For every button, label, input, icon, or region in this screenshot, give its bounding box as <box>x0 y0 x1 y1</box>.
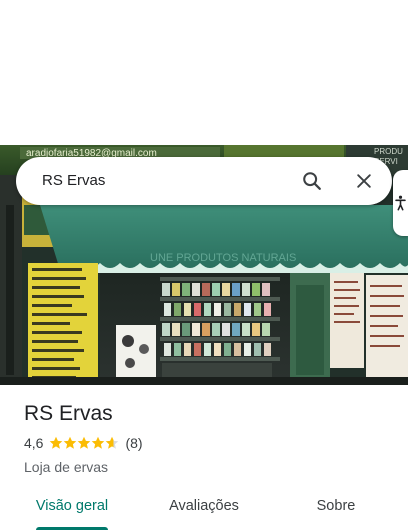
tab-overview-label: Visão geral <box>35 498 109 514</box>
shelves <box>160 277 280 385</box>
search-bar <box>16 157 392 205</box>
tab-about[interactable]: Sobre <box>264 488 408 530</box>
side-sign-top-text: PRODU <box>374 147 403 156</box>
awning-text: UNE PRODUTOS NATURAIS <box>150 252 296 264</box>
place-category[interactable]: Loja de ervas <box>24 457 394 477</box>
place-info: RS Ervas 4,6 (8) Loja de ervas <box>24 400 394 477</box>
close-icon <box>357 174 371 188</box>
search-button[interactable] <box>292 161 332 201</box>
tab-reviews-label: Avaliações <box>169 498 239 514</box>
accessibility-button[interactable] <box>393 170 408 236</box>
rating-value: 4,6 <box>24 435 44 451</box>
tab-reviews[interactable]: Avaliações <box>144 488 264 530</box>
tab-overview[interactable]: Visão geral <box>0 488 144 530</box>
map-blank-area <box>0 0 408 145</box>
tab-about-label: Sobre <box>316 498 356 514</box>
review-count: (8) <box>125 435 143 451</box>
rating-row[interactable]: 4,6 (8) <box>24 433 394 453</box>
search-input[interactable] <box>40 168 292 194</box>
star-icon <box>78 436 91 449</box>
clear-search-button[interactable] <box>344 161 384 201</box>
star-icon <box>64 436 77 449</box>
star-icon <box>92 436 105 449</box>
accessibility-icon <box>395 195 406 211</box>
star-icon <box>50 436 63 449</box>
star-icon <box>106 436 119 449</box>
star-rating <box>49 436 119 450</box>
place-title: RS Ervas <box>24 402 113 425</box>
search-icon <box>303 172 321 190</box>
place-page: aradjofaria51982@gmail.com PRODU SERVI U… <box>0 0 408 530</box>
place-tabs: Visão geral Avaliações Sobre <box>0 488 408 530</box>
